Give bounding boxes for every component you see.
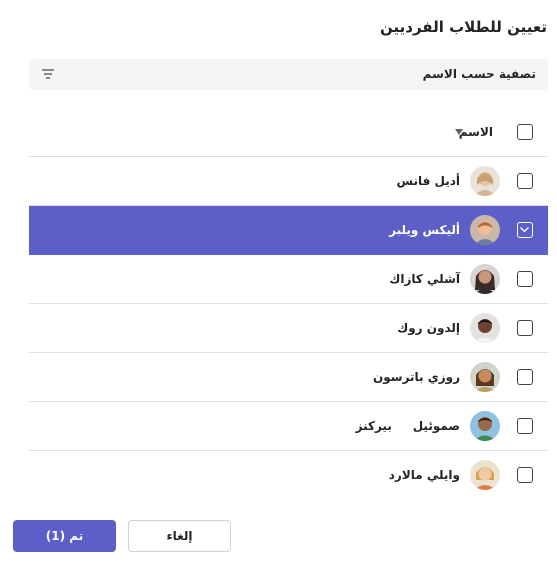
student-name: أليكس ويلبر [389,223,460,237]
student-name: روزي باترسون [373,370,460,384]
avatar [470,264,500,294]
student-name: آشلي كازاك [389,272,460,286]
student-row-rosie[interactable]: روزي باترسون [29,353,548,402]
student-row-adele[interactable]: أديل فانس [29,157,548,206]
avatar [470,166,500,196]
student-row-alex[interactable]: أليكس ويلبر [29,206,548,255]
checkmark-icon [520,227,529,233]
avatar [470,460,500,490]
filter-label: تصفية حسب الاسم [422,67,536,81]
student-name: أديل فانس [396,174,461,188]
name-column-header[interactable]: الاسم [459,125,493,139]
student-checkbox[interactable] [517,418,533,434]
avatar [470,411,500,441]
cancel-button[interactable]: إلغاء [128,520,231,552]
sort-down-icon[interactable] [455,128,463,135]
student-name: صموئيل بيركنز [355,419,460,433]
student-checkbox[interactable] [517,271,533,287]
student-row-eldon[interactable]: إلدون روك [29,304,548,353]
avatar [470,215,500,245]
student-name: إلدون روك [397,321,460,335]
avatar [470,362,500,392]
student-checkbox[interactable] [517,467,533,483]
student-checkbox-checked[interactable] [517,222,533,238]
filter-icon[interactable] [41,67,55,81]
dialog-title: تعيين للطلاب الفرديين [380,18,547,36]
student-checkbox[interactable] [517,173,533,189]
student-name: وايلي مالارد [388,468,460,482]
student-checkbox[interactable] [517,320,533,336]
student-row-samuel[interactable]: صموئيل بيركنز [29,402,548,451]
student-checkbox[interactable] [517,369,533,385]
student-list: الاسم أديل فانس أليكس ويلبر آشلي كازاك إ… [29,107,548,492]
done-button[interactable]: تم (1) [13,520,116,552]
select-all-checkbox[interactable] [517,123,533,140]
student-row-ashley[interactable]: آشلي كازاك [29,255,548,304]
filter-bar[interactable]: تصفية حسب الاسم [29,59,548,90]
avatar [470,313,500,343]
student-row-wiley[interactable]: وايلي مالارد [29,451,548,492]
list-header-row: الاسم [29,107,548,157]
